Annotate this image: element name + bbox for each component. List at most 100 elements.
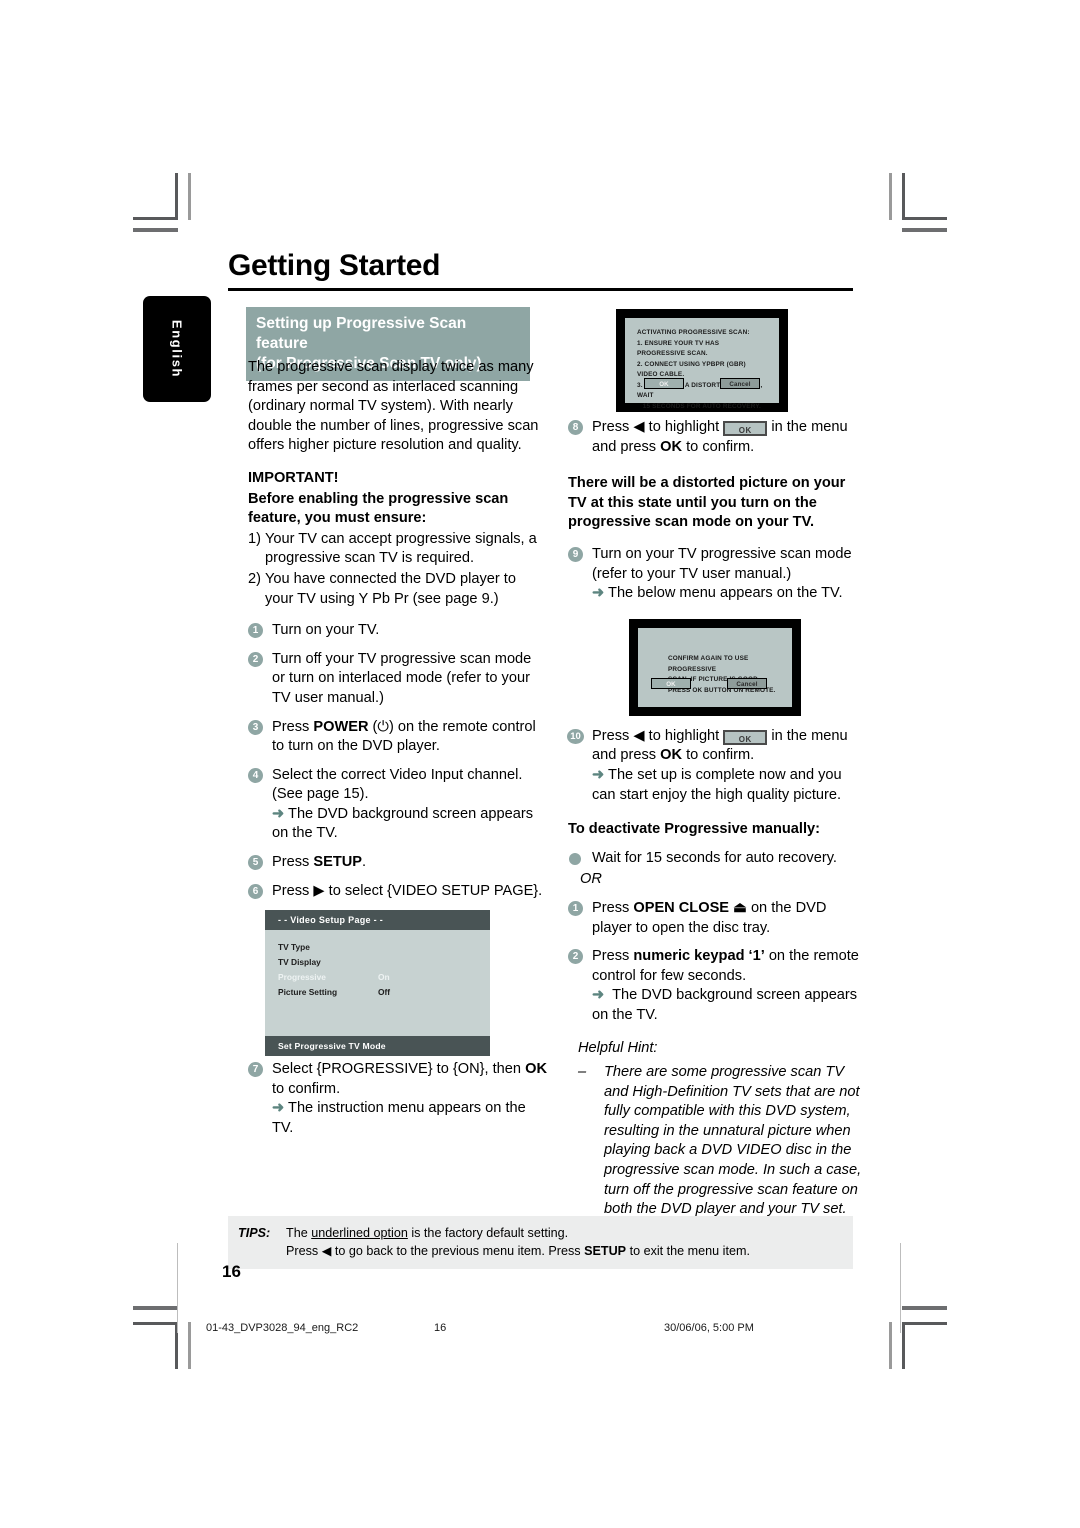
requirement-text: Your TV can accept progressive signals, …: [265, 530, 537, 567]
requirement-number: 1): [248, 530, 261, 547]
step-8: 8 Press ◀ to highlight OK in the menu an…: [568, 418, 868, 457]
important-label: IMPORTANT!: [248, 469, 339, 486]
tips-line-2: Press ◀ to go back to the previous menu …: [286, 1242, 750, 1260]
osd-row-label: Progressive: [278, 972, 326, 982]
footer-date: 30/06/06, 5:00 PM: [664, 1322, 754, 1334]
osd-row-label: TV Type: [278, 942, 310, 952]
tips-line1-after: is the factory default setting.: [407, 1226, 569, 1240]
tips-underlined-option: underlined option: [311, 1226, 408, 1240]
ok-button-label: OK: [660, 747, 683, 764]
section-heading-line1: Setting up Progressive Scan feature: [256, 315, 467, 352]
deactivate-bullet-text: Wait for 15 seconds for auto recovery.: [592, 849, 837, 866]
ok-button-label: OK: [660, 438, 683, 455]
setup-button-label: SETUP: [584, 1244, 627, 1258]
step-result: ➜ The DVD background screen appears on t…: [592, 986, 868, 1025]
step-text-before: Press ◀ to highlight: [592, 727, 724, 744]
crop-mark-bottom-right-horizontal: [902, 1322, 947, 1325]
page-edge-left: [177, 1243, 178, 1333]
step-text-before: Press ◀ to highlight: [592, 419, 724, 435]
step-1: 1 Turn on your TV.: [248, 621, 548, 641]
power-button-label: POWER: [313, 718, 369, 735]
step-number: 7: [248, 1062, 263, 1078]
video-setup-page-screenshot: - - Video Setup Page - - TV Type TV Disp…: [265, 910, 490, 1056]
helpful-hint-label: Helpful Hint:: [578, 1040, 658, 1057]
crop-mark-bottom-right-tick: [889, 1322, 892, 1369]
title-rule: [228, 288, 853, 291]
step-number: 1: [248, 623, 263, 639]
osd-row-tv-type: TV Type: [278, 940, 490, 955]
step-text-after: to confirm.: [682, 438, 755, 455]
right-column: 8 Press ◀ to highlight OK in the menu an…: [567, 300, 868, 1220]
requirement-text: You have connected the DVD player to you…: [265, 570, 516, 607]
osd-row-value: On: [378, 972, 390, 982]
crop-mark-bottom-left-horizontal: [133, 1322, 178, 1325]
intro-paragraph: The progressive scan display twice as ma…: [248, 359, 539, 454]
tips-label: TIPS:: [238, 1226, 271, 1240]
tips-line2-before: Press ◀ to go back to the previous menu …: [286, 1244, 585, 1258]
step-text-before: Press: [592, 899, 634, 916]
step-5: 5 Press SETUP.: [248, 853, 548, 873]
step-result-text: The DVD background screen appears on the…: [272, 805, 534, 842]
step-text: Turn off your TV progressive scan mode o…: [272, 650, 532, 706]
step-7: 7 Select {PROGRESSIVE} to {ON}, then OK …: [248, 1060, 548, 1138]
important-text: Before enabling the progressive scan fea…: [248, 490, 509, 527]
setup-button-label: SETUP: [313, 854, 363, 871]
step-number: 6: [248, 883, 263, 899]
step-number: 3: [248, 719, 263, 735]
step-result-text: The instruction menu appears on the TV.: [272, 1100, 526, 1137]
open-close-button-label: OPEN CLOSE ⏏: [633, 899, 747, 916]
step-3: 3 Press POWER (⏻) on the remote control …: [248, 718, 548, 757]
bullet-dot-icon: [569, 852, 581, 865]
step-text: Press ▶ to select {VIDEO SETUP PAGE}.: [272, 882, 543, 899]
step-9: 9 Turn on your TV progressive scan mode …: [568, 545, 868, 604]
osd-row-label: TV Display: [278, 957, 321, 967]
step-result-text: The DVD background screen appears on the…: [592, 987, 858, 1023]
requirement-item: 1) Your TV can accept progressive signal…: [248, 530, 548, 569]
ok-key-graphic: OK: [723, 729, 768, 745]
crop-mark-bottom-left-tick: [188, 1322, 191, 1369]
crop-mark-top-left-horizontal: [133, 217, 178, 220]
step-number: 2: [568, 949, 583, 965]
requirement-number: 2): [248, 570, 261, 587]
arrow-icon: ➜: [592, 766, 605, 783]
tips-line-1: The underlined option is the factory def…: [286, 1224, 750, 1242]
arrow-icon: ➜: [592, 585, 605, 602]
osd-row-label: Picture Setting: [278, 987, 338, 997]
page-edge-right: [900, 1243, 901, 1333]
tips-line1-before: The: [286, 1226, 312, 1240]
step-text-before: Press: [272, 718, 314, 735]
ok-key-graphic: OK: [723, 421, 768, 436]
requirement-item: 2) You have connected the DVD player to …: [248, 570, 548, 609]
step-number: 5: [248, 855, 263, 871]
deactivate-bullet-item: Wait for 15 seconds for auto recovery.: [568, 849, 868, 869]
language-tab-label: English: [169, 319, 185, 379]
step-text: Turn on your TV.: [272, 622, 380, 639]
crop-mark-top-right-vertical: [902, 173, 905, 220]
step-4: 4 Select the correct Video Input channel…: [248, 766, 548, 844]
crop-mark-bottom-right-vertical: [902, 1322, 905, 1369]
crop-mark-bottom-left-bar: [133, 1306, 178, 1310]
step-text-after: to confirm.: [272, 1080, 341, 1097]
step-number: 1: [568, 900, 583, 916]
step-result: ➜ The DVD background screen appears on t…: [272, 805, 548, 844]
or-separator: OR: [580, 871, 602, 888]
tips-lines: The underlined option is the factory def…: [286, 1224, 750, 1260]
step-text-before: Press: [272, 854, 314, 871]
arrow-icon: ➜: [272, 805, 285, 822]
crop-mark-top-right-bar: [902, 228, 947, 232]
arrow-icon: ➜: [272, 1100, 285, 1117]
page-title: Getting Started: [228, 249, 441, 282]
step-result: ➜ The set up is complete now and you can…: [592, 766, 868, 805]
step-6: 6 Press ▶ to select {VIDEO SETUP PAGE}.: [248, 882, 548, 902]
step-text-after: .: [362, 854, 367, 871]
ok-button-label: OK: [525, 1061, 547, 1078]
warning-text: There will be a distorted picture on you…: [568, 475, 846, 531]
osd-body: TV Type TV Display Progressive On Pictur…: [265, 930, 490, 1000]
step-10: 10 Press ◀ to highlight OK in the menu a…: [567, 727, 868, 805]
step-2: 2 Turn off your TV progressive scan mode…: [248, 650, 548, 709]
step-number: 2: [248, 651, 263, 667]
deactivate-step-1: 1 Press OPEN CLOSE ⏏ on the DVD player t…: [568, 899, 868, 938]
osd-row-tv-display: TV Display: [278, 955, 490, 970]
osd-row-progressive: Progressive On: [278, 970, 490, 985]
tips-box: TIPS: The underlined option is the facto…: [228, 1216, 853, 1269]
